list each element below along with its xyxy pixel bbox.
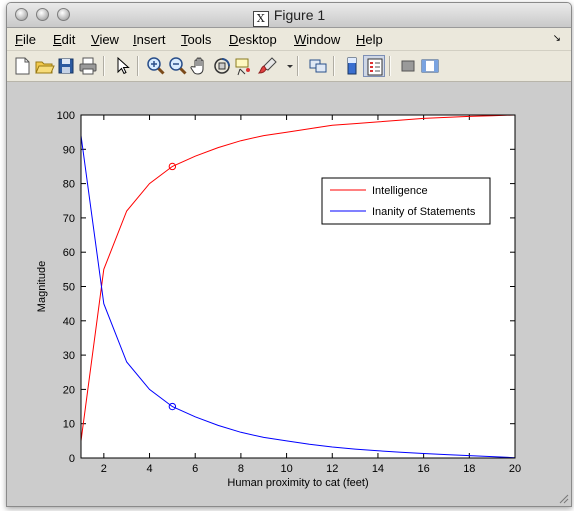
- y-tick-label: 60: [63, 247, 75, 259]
- menu-label: indow: [306, 32, 341, 47]
- y-tick-label: 20: [63, 384, 75, 396]
- y-tick-label: 30: [63, 350, 75, 362]
- open-file-icon[interactable]: [33, 55, 55, 77]
- legend-label-1: Intelligence: [372, 185, 428, 197]
- figure-toolbar: [7, 51, 571, 82]
- window-title-text: Figure 1: [273, 7, 326, 23]
- x-tick-label: 8: [238, 463, 244, 475]
- y-tick-label: 0: [69, 453, 75, 465]
- x11-icon: X: [252, 11, 269, 27]
- y-tick-label: 80: [63, 179, 75, 191]
- x-tick-label: 2: [101, 463, 107, 475]
- menu-accelerator: W: [294, 32, 307, 47]
- y-tick-label: 100: [57, 110, 75, 122]
- insert-colorbar-icon[interactable]: [341, 55, 363, 77]
- menu-label: ile: [22, 32, 36, 47]
- x-tick-label: 4: [146, 463, 152, 475]
- menu-label: esktop: [238, 32, 277, 47]
- y-axis-label: Magnitude: [36, 261, 48, 312]
- window-title: X Figure 1: [7, 7, 571, 27]
- menu-accelerator: D: [229, 32, 239, 47]
- menu-label: ools: [187, 32, 212, 47]
- menu-help[interactable]: Help: [356, 32, 383, 47]
- menu-bar: File Edit View Insert Tools Desktop Window Help…: [7, 28, 571, 51]
- menu-window[interactable]: Window: [294, 32, 340, 47]
- y-tick-label: 10: [63, 419, 75, 431]
- show-plot-tools-icon[interactable]: [419, 55, 441, 77]
- title-bar[interactable]: X Figure 1: [7, 3, 571, 28]
- menu-label: dit: [61, 32, 76, 47]
- zoom-in-icon[interactable]: [145, 55, 167, 77]
- menu-accelerator: H: [356, 32, 366, 47]
- brush-dropdown-icon[interactable]: [279, 55, 293, 77]
- plot-area: [81, 115, 515, 458]
- toolbar-separator: [297, 56, 299, 76]
- menu-desktop[interactable]: Desktop: [229, 32, 277, 47]
- x-tick-label: 12: [326, 463, 338, 475]
- resize-grip-icon[interactable]: [557, 492, 569, 504]
- figure-window: X Figure 1 File Edit View Insert Tools Desktop…: [6, 2, 572, 507]
- y-tick-label: 70: [63, 213, 75, 225]
- menu-label: nsert: [136, 32, 166, 47]
- x-tick-label: 10: [280, 463, 292, 475]
- zoom-out-icon[interactable]: [167, 55, 189, 77]
- brush-icon[interactable]: [257, 55, 279, 77]
- figure-canvas[interactable]: 0 10 20 30 40 50 60 70 80 90 100 2 4 6 8 10 12 14 16 18 20 Hu…: [7, 82, 571, 506]
- legend-label-2: Inanity of Statements: [372, 206, 476, 218]
- rotate-3d-icon[interactable]: [211, 55, 233, 77]
- insert-legend-icon[interactable]: [363, 55, 385, 77]
- toolbar-separator: [333, 56, 335, 76]
- save-icon[interactable]: [55, 55, 77, 77]
- data-cursor-icon[interactable]: [233, 55, 255, 77]
- dock-figure-icon[interactable]: ↘: [553, 33, 561, 44]
- y-tick-label: 40: [63, 316, 75, 328]
- toolbar-separator: [137, 56, 139, 76]
- menu-label: elp: [365, 32, 383, 47]
- x-tick-label: 14: [372, 463, 384, 475]
- x-tick-label: 18: [463, 463, 475, 475]
- link-plot-icon[interactable]: [307, 55, 329, 77]
- edit-plot-arrow-icon[interactable]: [111, 55, 133, 77]
- menu-accelerator: F: [15, 32, 23, 47]
- x-tick-label: 16: [418, 463, 430, 475]
- menu-accelerator: E: [53, 32, 62, 47]
- y-tick-label: 90: [63, 144, 75, 156]
- menu-tools[interactable]: Tools: [181, 32, 211, 47]
- x-axis-label: Human proximity to cat (feet): [227, 477, 368, 489]
- line-plot[interactable]: 0 10 20 30 40 50 60 70 80 90 100 2 4 6 8 10 12 14 16 18 20 Hu…: [7, 82, 571, 506]
- x-tick-label: 20: [509, 463, 521, 475]
- toolbar-separator: [103, 56, 105, 76]
- menu-file[interactable]: File: [15, 32, 36, 47]
- menu-insert[interactable]: Insert: [133, 32, 166, 47]
- toolbar-separator: [389, 56, 391, 76]
- new-figure-icon[interactable]: [11, 55, 33, 77]
- x-tick-label: 6: [192, 463, 198, 475]
- menu-view[interactable]: View: [91, 32, 119, 47]
- y-tick-label: 50: [63, 282, 75, 294]
- menu-edit[interactable]: Edit: [53, 32, 75, 47]
- print-icon[interactable]: [77, 55, 99, 77]
- hide-plot-tools-icon[interactable]: [397, 55, 419, 77]
- menu-label: iew: [99, 32, 119, 47]
- pan-hand-icon[interactable]: [189, 55, 211, 77]
